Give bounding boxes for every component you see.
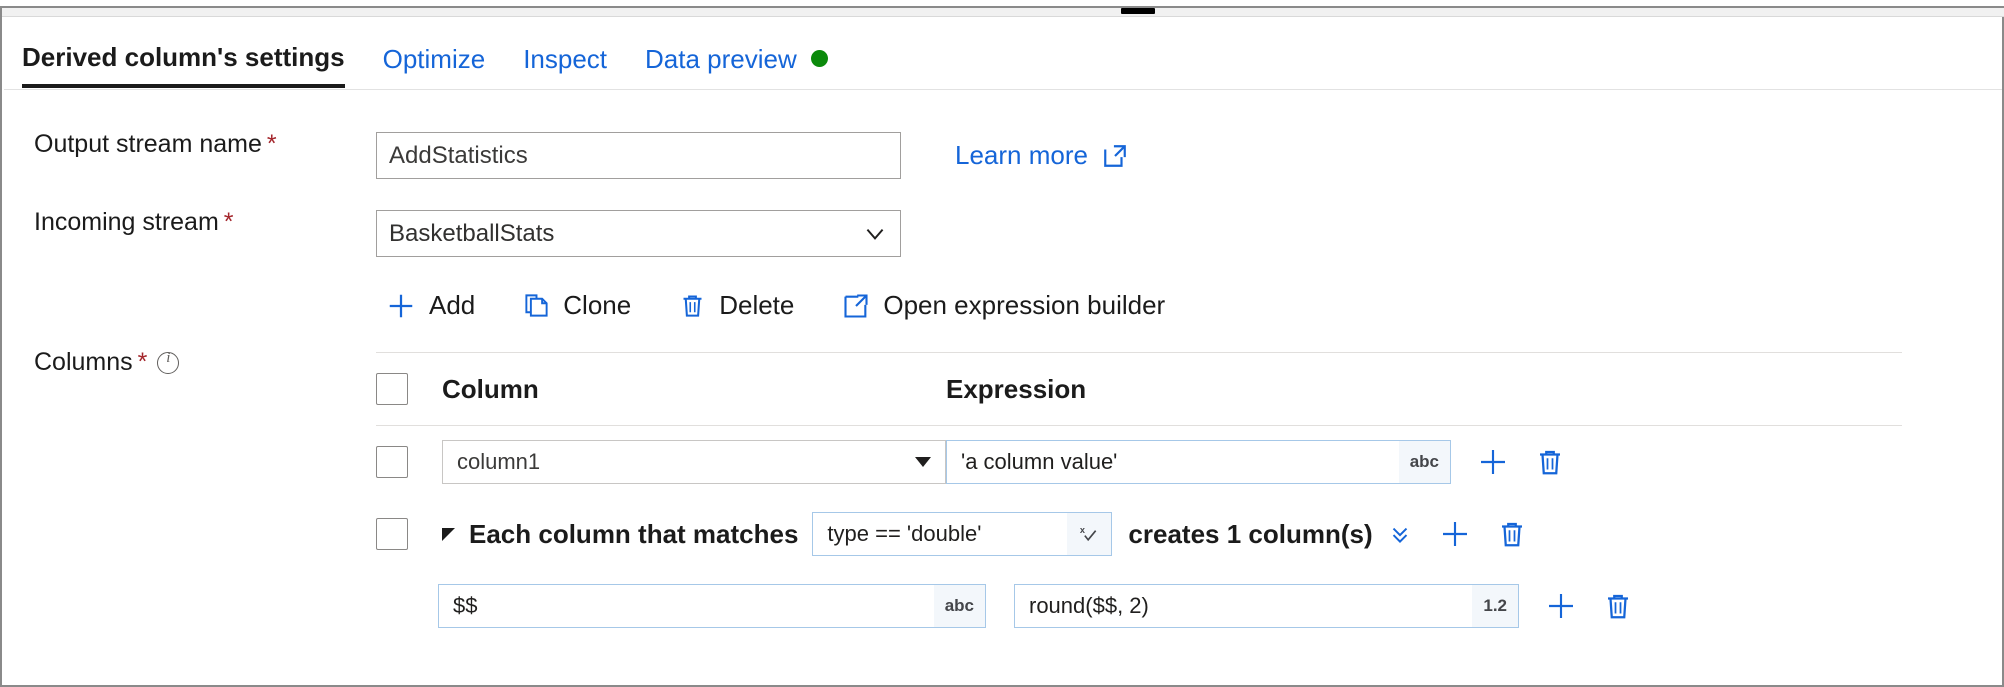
svg-text:x: x <box>1080 525 1086 535</box>
table-subrow: $$ abc round($$, 2) 1.2 <box>376 570 1902 642</box>
creates-columns-label: creates 1 column(s) <box>1128 519 1372 550</box>
delete-label: Delete <box>719 290 794 321</box>
incoming-stream-value: BasketballStats <box>389 220 554 248</box>
tab-bar: Derived column's settings Optimize Inspe… <box>4 18 2002 90</box>
required-asterisk: * <box>224 208 234 236</box>
row-actions <box>1439 518 1527 550</box>
add-row-button[interactable] <box>1477 446 1509 478</box>
trash-icon <box>1535 447 1565 477</box>
type-badge-abc: abc <box>1399 441 1450 483</box>
plus-icon <box>386 291 416 321</box>
output-stream-name-input[interactable]: AddStatistics <box>376 132 901 179</box>
row-actions <box>1545 590 1633 622</box>
table-row: column1 'a column value' abc <box>376 426 1902 498</box>
required-asterisk: * <box>267 130 277 158</box>
output-stream-name-label: Output stream name* <box>34 130 277 159</box>
pattern-condition-input[interactable]: type == 'double' x <box>812 512 1112 556</box>
column-cell: column1 <box>442 440 946 484</box>
expression-input[interactable]: 'a column value' abc <box>946 440 1451 484</box>
plus-icon <box>1439 518 1471 550</box>
panel-drag-handle[interactable] <box>1121 8 1155 14</box>
plus-icon <box>1477 446 1509 478</box>
table-header-row: Column Expression <box>376 353 1902 425</box>
learn-more-link[interactable]: Learn more <box>955 140 1128 171</box>
type-badge-boolean: x <box>1067 513 1111 555</box>
status-dot-icon <box>811 50 828 67</box>
external-link-icon <box>1102 143 1128 169</box>
copy-icon <box>523 292 550 319</box>
trash-icon <box>1603 591 1633 621</box>
table-row-pattern: Each column that matches type == 'double… <box>376 498 1902 570</box>
trash-icon <box>679 292 706 319</box>
clone-button[interactable]: Clone <box>523 290 631 321</box>
tab-data-preview-label: Data preview <box>645 44 797 74</box>
collapse-caret-icon[interactable] <box>442 528 455 541</box>
add-label: Add <box>429 290 475 321</box>
incoming-stream-select[interactable]: BasketballStats <box>376 210 901 257</box>
columns-toolbar: Add Clone <box>386 290 1213 321</box>
learn-more-label: Learn more <box>955 140 1088 171</box>
delete-row-button[interactable] <box>1497 519 1527 549</box>
double-chevron-down-icon[interactable] <box>1387 521 1413 547</box>
trash-icon <box>1497 519 1527 549</box>
required-asterisk: * <box>138 348 148 376</box>
window-top-strip <box>2 8 2004 17</box>
pattern-expression-value: round($$, 2) <box>1029 593 1149 619</box>
pattern-condition-value: type == 'double' <box>827 521 981 547</box>
pattern-name-value: $$ <box>453 593 477 619</box>
delete-button[interactable]: Delete <box>679 290 794 321</box>
open-expression-builder-label: Open expression builder <box>883 290 1165 321</box>
pattern-expression-input[interactable]: round($$, 2) 1.2 <box>1014 584 1519 628</box>
pattern-name-input[interactable]: $$ abc <box>438 584 986 628</box>
tab-derived-columns-settings[interactable]: Derived column's settings <box>22 42 345 88</box>
info-icon[interactable] <box>157 352 179 374</box>
add-row-button[interactable] <box>1545 590 1577 622</box>
clone-label: Clone <box>563 290 631 321</box>
open-expression-builder-button[interactable]: Open expression builder <box>842 290 1165 321</box>
tab-inspect[interactable]: Inspect <box>523 44 607 88</box>
window-frame: Derived column's settings Optimize Inspe… <box>0 6 2004 687</box>
plus-icon <box>1545 590 1577 622</box>
chevron-down-icon <box>915 457 931 467</box>
expression-value: 'a column value' <box>961 449 1117 475</box>
row-actions <box>1477 446 1565 478</box>
delete-row-button[interactable] <box>1535 447 1565 477</box>
column-header: Column <box>442 374 946 405</box>
column-name-value: column1 <box>457 449 540 475</box>
add-button[interactable]: Add <box>386 290 475 321</box>
type-badge-abc: abc <box>934 585 985 627</box>
each-column-that-matches-label: Each column that matches <box>469 519 798 550</box>
columns-text: Columns <box>34 348 133 376</box>
columns-label: Columns* <box>34 348 179 377</box>
chevron-down-icon <box>862 221 888 247</box>
row-checkbox[interactable] <box>376 518 408 550</box>
columns-table: Column Expression column1 'a column valu… <box>376 352 1902 642</box>
select-all-checkbox[interactable] <box>376 373 408 405</box>
incoming-stream-label: Incoming stream* <box>34 208 234 237</box>
external-link-icon <box>842 292 870 320</box>
tab-data-preview[interactable]: Data preview <box>645 44 828 88</box>
derived-column-settings-panel: Derived column's settings Optimize Inspe… <box>0 0 2004 687</box>
type-badge-number: 1.2 <box>1472 585 1518 627</box>
expression-header: Expression <box>946 374 1086 405</box>
add-row-button[interactable] <box>1439 518 1471 550</box>
incoming-stream-text: Incoming stream <box>34 208 219 236</box>
column-name-select[interactable]: column1 <box>442 440 946 484</box>
row-checkbox[interactable] <box>376 446 408 478</box>
delete-row-button[interactable] <box>1603 591 1633 621</box>
output-stream-name-text: Output stream name <box>34 130 262 158</box>
tab-optimize[interactable]: Optimize <box>383 44 486 88</box>
